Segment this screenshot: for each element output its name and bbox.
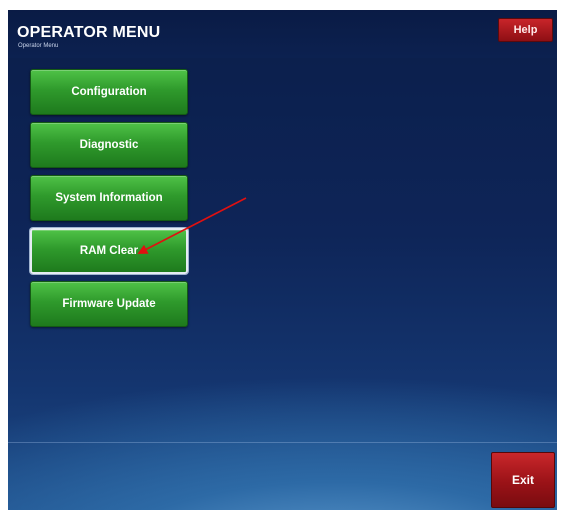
operator-menu-screen: OPERATOR MENU Operator Menu Help Configu… — [8, 10, 557, 510]
help-button[interactable]: Help — [498, 18, 553, 42]
configuration-button[interactable]: Configuration — [30, 69, 188, 115]
exit-button[interactable]: Exit — [491, 452, 555, 508]
page-subtitle: Operator Menu — [18, 43, 59, 49]
page-title: OPERATOR MENU — [17, 24, 161, 41]
firmware-update-button[interactable]: Firmware Update — [30, 281, 188, 327]
title-bar: OPERATOR MENU Operator Menu Help — [8, 10, 557, 58]
system-information-button[interactable]: System Information — [30, 175, 188, 221]
footer-divider — [8, 442, 557, 443]
ram-clear-button[interactable]: RAM Clear — [30, 228, 188, 274]
diagnostic-button[interactable]: Diagnostic — [30, 122, 188, 168]
